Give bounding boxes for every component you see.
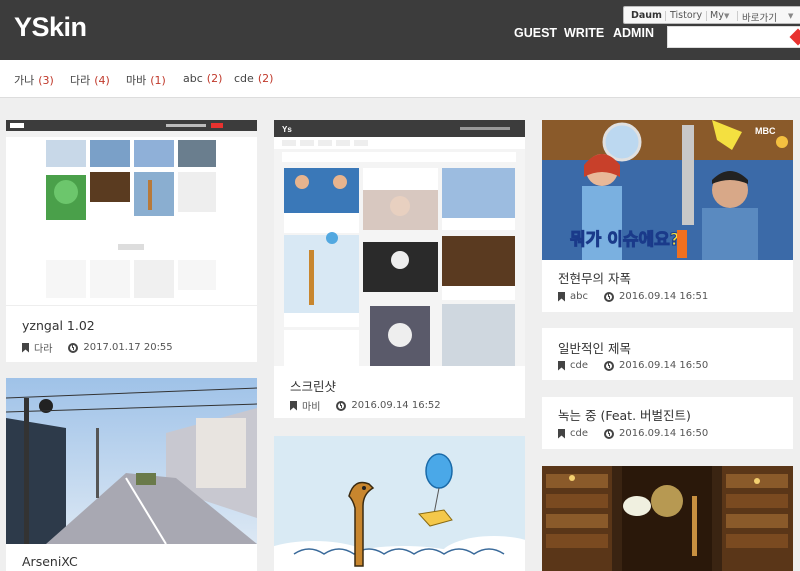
category-item[interactable]: 다라 (4) <box>70 72 110 88</box>
giraffe-balloon-illustration <box>274 436 525 571</box>
post-thumbnail[interactable]: Ys <box>274 120 525 366</box>
post-title[interactable]: yzngal 1.02 <box>22 318 95 333</box>
post-date: 2016.09.14 16:52 <box>351 400 441 411</box>
nav-guest[interactable]: GUEST <box>514 26 557 40</box>
post-card[interactable]: yzngal 1.02 다라 2017.01.17 20:55 <box>6 120 257 362</box>
category-item[interactable]: 가나 (3) <box>14 72 54 88</box>
post-meta: cde 2016.09.14 16:50 <box>558 428 708 439</box>
post-card[interactable]: ArseniXC <box>6 378 257 571</box>
post-title[interactable]: ArseniXC <box>22 554 78 569</box>
bookmark-icon <box>558 291 565 302</box>
post-meta: 마비 2016.09.14 16:52 <box>290 398 441 413</box>
street-scene-image <box>6 378 257 544</box>
clock-icon <box>604 428 614 439</box>
search-input[interactable] <box>667 26 800 48</box>
my-chevron-down-icon: ▼ <box>724 12 730 20</box>
bookmark-icon <box>558 360 565 371</box>
clock-icon <box>336 400 347 411</box>
post-date: 2016.09.14 16:50 <box>619 360 709 371</box>
daum-link[interactable]: Daum <box>631 10 662 21</box>
screenshot-thumbnail-image: Ys <box>274 120 525 366</box>
post-category[interactable]: 다라 <box>34 340 52 355</box>
nav-admin[interactable]: ADMIN <box>613 26 654 40</box>
clock-icon <box>603 291 614 302</box>
post-date: 2016.09.14 16:51 <box>618 291 709 302</box>
my-menu[interactable]: My <box>710 10 724 21</box>
tistory-toolbar: Daum Tistory My ▼ 바로가기 ▼ <box>623 6 800 24</box>
post-thumbnail[interactable] <box>6 378 257 544</box>
post-thumbnail[interactable]: 뭐가 이슈에요? MBC <box>542 120 793 260</box>
bookmark-icon <box>290 400 297 411</box>
category-item[interactable]: abc (2) <box>183 72 222 85</box>
category-bar: 가나 (3) 다라 (4) 마바 (1) abc (2) cde (2) <box>0 60 800 98</box>
post-card[interactable]: Ys 스크린샷 마비 2016.09.14 16:52 <box>274 120 525 418</box>
nav-write[interactable]: WRITE <box>564 26 604 40</box>
post-meta: cde 2016.09.14 16:50 <box>558 360 708 371</box>
clock-icon <box>604 360 614 371</box>
screenshot-thumbnail-image <box>6 120 257 298</box>
post-date: 2017.01.17 20:55 <box>83 342 173 353</box>
shortcut-chevron-down-icon: ▼ <box>788 12 794 20</box>
post-card[interactable]: 녹는 중 (Feat. 버벌진트) cde 2016.09.14 16:50 <box>542 397 793 449</box>
post-category[interactable]: abc <box>570 291 588 302</box>
post-thumbnail[interactable] <box>274 436 525 571</box>
mini-brand-text: Ys <box>282 125 292 134</box>
shortcut-menu[interactable]: 바로가기 <box>742 10 777 24</box>
tv-channel-logo: MBC <box>755 126 776 136</box>
tv-show-image: 뭐가 이슈에요? MBC <box>542 120 793 260</box>
post-category[interactable]: 마비 <box>302 398 320 413</box>
post-card[interactable] <box>274 436 525 571</box>
post-date: 2016.09.14 16:50 <box>619 428 709 439</box>
post-title[interactable]: 일반적인 제목 <box>558 338 631 357</box>
tv-caption: 뭐가 이슈에요? <box>570 229 680 250</box>
post-category[interactable]: cde <box>570 428 588 439</box>
post-title[interactable]: 스크린샷 <box>290 376 336 395</box>
post-card[interactable] <box>542 466 793 571</box>
bookmark-icon <box>558 428 565 439</box>
bookmark-icon <box>22 342 29 353</box>
post-card[interactable]: 뭐가 이슈에요? MBC 전현무의 자폭 abc 2016.09.14 16:5… <box>542 120 793 312</box>
category-item[interactable]: cde (2) <box>234 72 273 85</box>
post-thumbnail[interactable] <box>6 120 257 306</box>
post-title[interactable]: 녹는 중 (Feat. 버벌진트) <box>558 405 691 424</box>
post-card[interactable]: 일반적인 제목 cde 2016.09.14 16:50 <box>542 328 793 380</box>
blog-logo[interactable]: YSkin <box>14 12 87 43</box>
library-illustration <box>542 466 793 571</box>
search-icon[interactable] <box>789 28 800 46</box>
tistory-link[interactable]: Tistory <box>670 10 702 21</box>
post-meta: abc 2016.09.14 16:51 <box>558 291 708 302</box>
category-item[interactable]: 마바 (1) <box>126 72 166 88</box>
top-header: YSkin GUEST WRITE ADMIN Daum Tistory My … <box>0 0 800 60</box>
post-title[interactable]: 전현무의 자폭 <box>558 268 631 287</box>
post-thumbnail[interactable] <box>542 466 793 571</box>
clock-icon <box>68 342 79 353</box>
post-meta: 다라 2017.01.17 20:55 <box>22 340 173 355</box>
post-category[interactable]: cde <box>570 360 588 371</box>
